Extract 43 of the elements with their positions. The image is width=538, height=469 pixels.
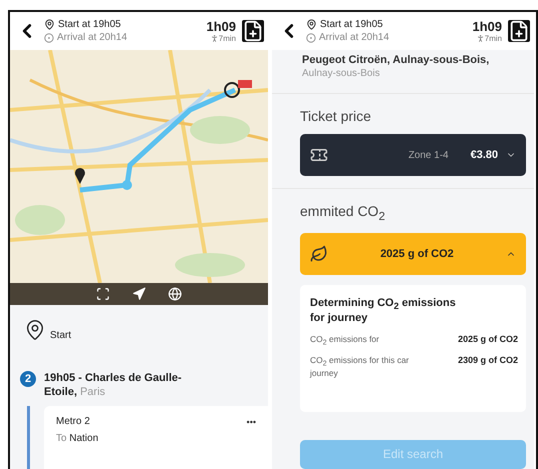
target-icon [306,32,316,42]
start-label: Start [50,330,72,341]
direction: To Nation [56,432,98,444]
co2-heading: emmited CO$_{2}$ [300,203,386,223]
step-number: 2 [20,371,36,387]
arrival-time: Arrival at 20h14 [57,32,128,43]
walking-icon [210,34,219,43]
duration: 1h09 [472,19,502,34]
leaf-icon [310,244,328,263]
stop-title: 19h05 - Charles de Gaulle-Etoile, Paris [44,371,183,400]
emissions-label: CO$_{2}$ emissions for [310,334,380,347]
arrival-time: Arrival at 20h14 [319,32,390,43]
ticket-bar[interactable]: Zone 1-4 €3.80 [300,134,526,176]
fullscreen-button[interactable] [96,287,110,301]
add-document-button[interactable] [242,20,264,42]
zone-label: Zone 1-4 [407,150,450,160]
start-pin-icon [24,319,46,341]
leg-card[interactable]: Metro 2 To Nation ••• [44,406,268,469]
price: €3.80 [470,149,498,161]
globe-button[interactable] [168,287,182,301]
co2-bar[interactable]: 2025 g of CO2 [300,232,526,275]
locate-button[interactable] [132,287,146,301]
emissions-title: Determining CO$_{2}$ emissions for journey [310,296,457,326]
line-name: Metro 2 [56,416,91,427]
walk-time: 7min [218,34,236,43]
co2-total: 2025 g of CO2 [379,248,455,260]
target-icon [44,32,54,42]
start-time: Start at 19h05 [58,19,121,30]
destination-place: Aulnay-sous-Bois [302,68,381,79]
ticket-heading: Ticket price [300,108,372,124]
add-document-button[interactable] [508,20,530,42]
destination-title: Peugeot Citroën, Aulnay-sous-Bois, [302,54,490,66]
emissions-label: CO$_{2}$ emissions for this car journey [310,354,410,378]
walk-time: 7min [484,34,502,43]
pin-icon [306,19,317,30]
ticket-icon [310,146,328,164]
pin-icon [44,19,55,30]
walking-icon [476,34,485,43]
emissions-value: 2309 g of CO2 [458,354,518,367]
start-time: Start at 19h05 [320,19,383,30]
more-button[interactable]: ••• [246,416,256,428]
duration: 1h09 [206,19,236,34]
emissions-value: 2025 g of CO2 [458,334,518,346]
